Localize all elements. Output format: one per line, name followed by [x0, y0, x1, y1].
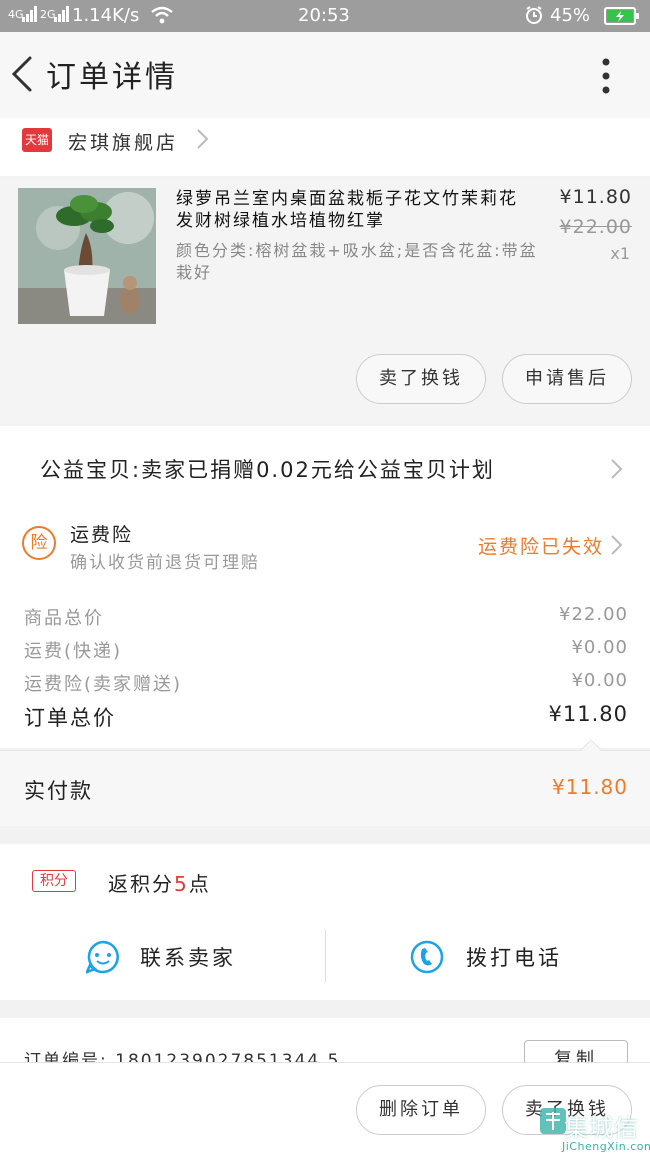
chevron-right-icon [611, 459, 623, 479]
product-title[interactable]: 绿萝吊兰室内桌面盆栽栀子花文竹茉莉花发财树绿植水培植物红掌 [176, 188, 526, 232]
store-name: 宏琪旗舰店 [68, 132, 179, 154]
shipping-value: ¥0.00 [571, 637, 628, 658]
signal-icon [22, 6, 38, 27]
status-bar: 4G 2G 1.14K/s 20:53 45% [0, 0, 650, 32]
paid-label: 实付款 [24, 779, 93, 803]
points-text: 返积分5点 [108, 868, 211, 897]
watermark-domain: JiChengXin.com [562, 1140, 650, 1153]
charity-text: 公益宝贝:卖家已捐赠0.02元给公益宝贝计划 [40, 458, 495, 482]
product-variant: 颜色分类:榕树盆栽+吸水盆;是否含花盆:带盆栽好 [176, 241, 538, 282]
goods-total-value: ¥22.00 [559, 604, 628, 625]
shipping-label: 运费(快递) [24, 641, 123, 662]
cost-breakdown: 商品总价 ¥22.00 运费(快递) ¥0.00 运费险(卖家赠送) ¥0.00… [0, 584, 650, 748]
header: 订单详情 [0, 32, 650, 118]
more-menu-button[interactable] [592, 56, 620, 96]
chat-bubble-icon [86, 940, 119, 974]
alarm-icon [524, 5, 544, 30]
call-phone-button[interactable]: 拨打电话 [410, 938, 610, 978]
store-row[interactable]: 天猫 宏琪旗舰店 [0, 118, 650, 176]
more-vertical-icon [602, 58, 610, 94]
points-suffix: 点 [188, 872, 211, 896]
product-quantity: x1 [610, 244, 630, 263]
chevron-right-icon [611, 535, 623, 555]
insurance-subtitle: 确认收货前退货可理赔 [70, 553, 260, 573]
goods-total-label: 商品总价 [24, 608, 104, 629]
shipping-insurance-row[interactable]: 险 运费险 确认收货前退货可理赔 运费险已失效 [0, 508, 650, 584]
points-badge: 积分 [32, 870, 76, 892]
insurance-title: 运费险 [70, 524, 134, 546]
clock-time: 20:53 [298, 5, 350, 26]
watermark-text: 集城信 [564, 1114, 639, 1142]
pointer-arrow-icon [580, 739, 602, 751]
order-total-value: ¥11.80 [548, 702, 628, 726]
points-count: 5 [174, 872, 189, 896]
page-title: 订单详情 [46, 60, 178, 95]
charity-row[interactable]: 公益宝贝:卖家已捐赠0.02元给公益宝贝计划 [0, 426, 650, 508]
insurance-badge: 险 [22, 526, 56, 560]
product-original-price: ¥22.00 [559, 216, 632, 238]
call-phone-label: 拨打电话 [466, 946, 562, 970]
product-image[interactable] [18, 188, 156, 324]
points-prefix: 返积分 [108, 872, 174, 896]
chevron-left-icon [11, 56, 32, 92]
order-total-label: 订单总价 [24, 706, 116, 730]
paid-amount-row: 实付款 ¥11.80 [0, 739, 650, 826]
points-contact-section: 积分 返积分5点 联系卖家 拨打电话 [0, 844, 650, 1000]
wifi-icon [150, 5, 174, 30]
phone-icon [410, 940, 444, 974]
network-speed: 1.14K/s [72, 5, 140, 26]
battery-percent: 45% [550, 5, 591, 26]
chevron-right-icon [197, 129, 209, 149]
delete-order-button[interactable]: 删除订单 [356, 1085, 486, 1135]
contact-seller-button[interactable]: 联系卖家 [86, 938, 306, 978]
contact-seller-label: 联系卖家 [140, 946, 236, 970]
tmall-badge: 天猫 [22, 128, 52, 152]
back-button[interactable] [6, 52, 38, 96]
bonsai-plant-image [18, 188, 156, 324]
battery-icon [604, 7, 640, 30]
signal-icon-2 [54, 6, 70, 27]
product-card[interactable]: 绿萝吊兰室内桌面盆栽栀子花文竹茉莉花发财树绿植水培植物红掌 颜色分类:榕树盆栽+… [0, 178, 650, 424]
product-price: ¥11.80 [559, 186, 632, 208]
paid-value: ¥11.80 [552, 775, 628, 799]
after-sale-button[interactable]: 申请售后 [502, 354, 632, 404]
sell-for-cash-button[interactable]: 卖了换钱 [356, 354, 486, 404]
insurance-cost-label: 运费险(卖家赠送) [24, 674, 183, 695]
insurance-cost-value: ¥0.00 [571, 670, 628, 691]
divider [325, 930, 326, 982]
insurance-status: 运费险已失效 [477, 536, 604, 558]
